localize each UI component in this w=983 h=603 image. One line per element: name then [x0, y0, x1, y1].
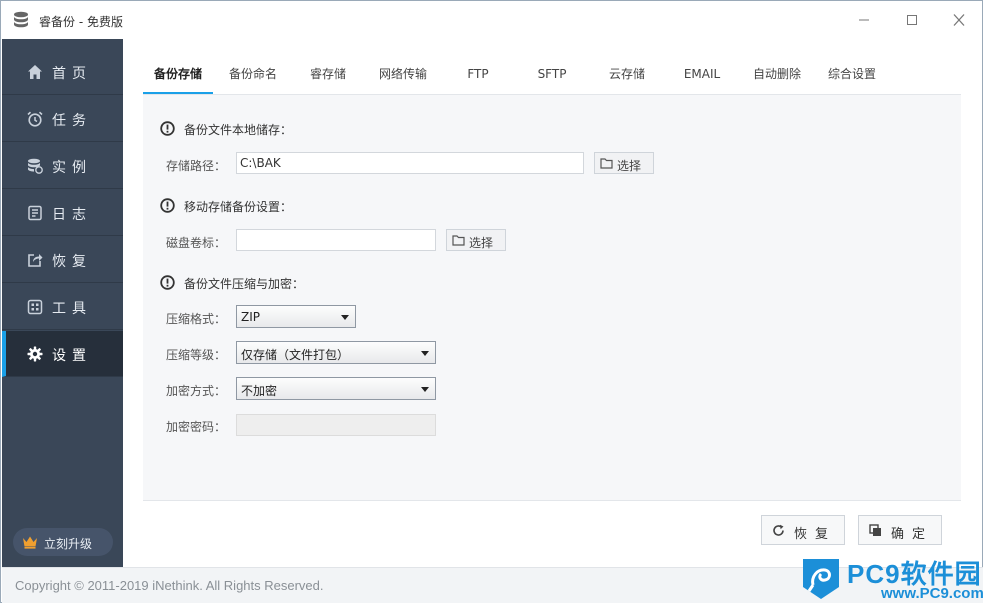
compression-title: 备份文件压缩与加密：: [184, 277, 305, 291]
compression-level-value: 仅存储（文件打包）: [241, 348, 350, 362]
local-storage-title: 备份文件本地储存：: [184, 123, 293, 137]
database-icon: [28, 158, 43, 174]
sidebar-item-label: 工具: [52, 301, 92, 317]
watermark-url: www.PC9.com: [881, 585, 983, 602]
volume-label-input[interactable]: [236, 229, 436, 251]
pc9-logo-icon: [803, 559, 839, 599]
compression-format-label: 压缩格式：: [166, 312, 227, 326]
compression-level-label: 压缩等级：: [166, 348, 227, 362]
copy-confirm-icon: [869, 524, 881, 536]
sidebar-item-instances[interactable]: 实例: [2, 143, 123, 189]
grid-tools-icon: [27, 299, 43, 315]
mobile-storage-title: 移动存储备份设置：: [184, 200, 293, 214]
tab-sftp[interactable]: SFTP: [517, 57, 587, 94]
upgrade-button[interactable]: 立刻升级: [13, 528, 113, 556]
sidebar: 首页 任务 实例 日志 恢复 工具 设置 立刻升级: [2, 39, 123, 567]
tab-email[interactable]: EMAIL: [667, 57, 737, 94]
folder-icon: [452, 235, 465, 246]
tab-general-settings[interactable]: 综合设置: [817, 57, 887, 94]
confirm-button[interactable]: 确定: [858, 515, 942, 545]
sidebar-item-label: 任务: [52, 113, 92, 129]
window-title: 睿备份 - 免费版: [39, 15, 123, 29]
minimize-icon: [859, 19, 869, 21]
tab-auto-delete[interactable]: 自动删除: [742, 57, 812, 94]
log-document-icon: [28, 205, 42, 221]
storage-path-label: 存储路径：: [166, 159, 227, 173]
storage-path-input[interactable]: C:\BAK: [236, 152, 584, 174]
volume-select-button[interactable]: 选择: [446, 229, 506, 251]
sidebar-item-settings[interactable]: 设置: [2, 331, 123, 377]
app-window: 睿备份 - 免费版 首页 任务 实例 日志 恢复 工具 设置 立刻升级 备份存储…: [0, 0, 983, 603]
export-icon: [28, 254, 43, 267]
encryption-method-label: 加密方式：: [166, 384, 227, 398]
app-database-icon: [14, 11, 28, 28]
encryption-method-select[interactable]: 不加密: [236, 377, 436, 400]
chevron-down-icon: [421, 387, 429, 392]
close-icon: [953, 14, 965, 26]
tab-bar: 备份存储 备份命名 睿存储 网络传输 FTP SFTP 云存储 EMAIL 自动…: [143, 57, 961, 95]
select-label: 选择: [617, 159, 642, 173]
storage-path-select-button[interactable]: 选择: [594, 152, 654, 174]
sidebar-item-label: 日志: [52, 207, 92, 223]
refresh-icon: [773, 524, 784, 536]
sidebar-item-label: 恢复: [52, 254, 92, 270]
volume-label-label: 磁盘卷标：: [166, 236, 227, 250]
minimize-button[interactable]: [851, 9, 877, 31]
sidebar-item-label: 设置: [52, 348, 92, 364]
info-icon: [160, 121, 175, 136]
maximize-icon: [907, 15, 917, 25]
sidebar-item-logs[interactable]: 日志: [2, 190, 123, 236]
title-bar: 睿备份 - 免费版: [1, 1, 982, 39]
restore-label: 恢复: [794, 527, 837, 542]
sidebar-item-restore[interactable]: 恢复: [2, 237, 123, 283]
maximize-button[interactable]: [899, 9, 925, 31]
info-icon: [160, 275, 175, 290]
upgrade-label: 立刻升级: [44, 537, 93, 551]
sidebar-item-tasks[interactable]: 任务: [2, 96, 123, 142]
compression-format-value: ZIP: [241, 310, 260, 324]
tab-backup-naming[interactable]: 备份命名: [218, 57, 288, 94]
encryption-password-label: 加密密码：: [166, 420, 227, 434]
alarm-clock-icon: [27, 111, 43, 127]
tab-ftp[interactable]: FTP: [443, 57, 513, 94]
sidebar-item-label: 实例: [52, 160, 92, 176]
crown-icon: [23, 536, 37, 549]
encryption-method-value: 不加密: [241, 384, 278, 398]
info-icon: [160, 198, 175, 213]
settings-panel: 备份文件本地储存： 存储路径： C:\BAK 选择 移动存储备份设置： 磁盘卷标…: [143, 95, 961, 501]
tab-backup-storage[interactable]: 备份存储: [143, 57, 213, 94]
compression-format-select[interactable]: ZIP: [236, 305, 356, 328]
home-icon: [28, 65, 42, 79]
restore-button[interactable]: 恢复: [761, 515, 845, 545]
sidebar-item-tools[interactable]: 工具: [2, 284, 123, 330]
tab-rui-storage[interactable]: 睿存储: [293, 57, 363, 94]
folder-icon: [600, 158, 613, 169]
chevron-down-icon: [421, 351, 429, 356]
encryption-password-input[interactable]: [236, 414, 436, 436]
confirm-label: 确定: [891, 527, 934, 542]
sidebar-item-label: 首页: [52, 66, 92, 82]
copyright-text: Copyright © 2011-2019 iNethink. All Righ…: [15, 578, 324, 593]
close-button[interactable]: [946, 9, 972, 31]
sidebar-item-home[interactable]: 首页: [2, 49, 123, 95]
tab-cloud-storage[interactable]: 云存储: [592, 57, 662, 94]
gear-icon: [27, 346, 43, 362]
pc9-watermark: PC9软件园 www.PC9.com: [799, 552, 983, 603]
tab-network-transfer[interactable]: 网络传输: [368, 57, 438, 94]
select-label: 选择: [469, 236, 494, 250]
chevron-down-icon: [341, 315, 349, 320]
compression-level-select[interactable]: 仅存储（文件打包）: [236, 341, 436, 364]
